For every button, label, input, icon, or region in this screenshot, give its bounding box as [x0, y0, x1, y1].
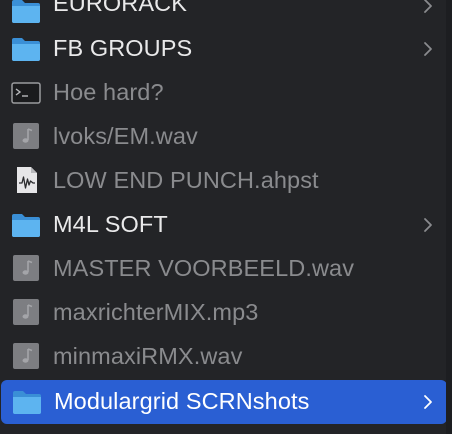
chevron-right-icon: [424, 218, 432, 232]
folder-icon: [13, 391, 41, 414]
list-item-label: maxrichterMIX.mp3: [53, 299, 259, 325]
list-item-label: MASTER VOORBEELD.wav: [53, 255, 355, 281]
list-item-maxrichtermix[interactable]: maxrichterMIX.mp3: [0, 291, 446, 335]
list-item-label: LOW END PUNCH.ahpst: [53, 167, 319, 193]
list-item-master-voorbeeld[interactable]: MASTER VOORBEELD.wav: [0, 247, 446, 291]
audio-file-icon: [13, 123, 39, 149]
list-item-fb-groups[interactable]: FB GROUPS: [0, 27, 446, 71]
list-item-label: Modulargrid SCRNshots: [54, 388, 310, 414]
list-item-modulargrid-scrnshots[interactable]: Modulargrid SCRNshots: [1, 380, 447, 424]
list-item-label: minmaxiRMX.wav: [53, 343, 243, 369]
folder-icon: [12, 214, 40, 237]
column-divider[interactable]: [446, 0, 452, 434]
terminal-icon: [11, 82, 41, 104]
list-item-label: FB GROUPS: [53, 35, 193, 61]
list-item-label: M4L SOFT: [53, 211, 168, 237]
audio-file-icon: [13, 343, 39, 369]
chevron-right-icon: [424, 0, 432, 13]
list-item-label: lvoks/EM.wav: [53, 123, 198, 149]
list-item-label: Hoe hard?: [53, 79, 164, 105]
list-item-lvoks-em[interactable]: lvoks/EM.wav: [0, 115, 446, 159]
list-item-low-end-punch[interactable]: LOW END PUNCH.ahpst: [0, 159, 446, 203]
audio-file-icon: [13, 255, 39, 281]
list-item-minmaxirmx[interactable]: minmaxiRMX.wav: [0, 335, 446, 379]
folder-icon: [12, 38, 40, 61]
folder-icon: [12, 0, 40, 23]
chevron-right-icon: [424, 42, 432, 56]
waveform-file-icon: [17, 167, 37, 193]
list-item-m4l-soft[interactable]: M4L SOFT: [0, 203, 446, 247]
audio-file-icon: [13, 299, 39, 325]
chevron-right-icon: [424, 395, 432, 409]
file-list: EURORACK FB GROUPS Hoe hard? lvoks/EM.wa…: [0, 0, 452, 434]
list-item-label: EURORACK: [53, 0, 187, 16]
list-item-hoe-hard[interactable]: Hoe hard?: [0, 71, 446, 115]
list-item-eurorack[interactable]: EURORACK: [0, 0, 446, 28]
